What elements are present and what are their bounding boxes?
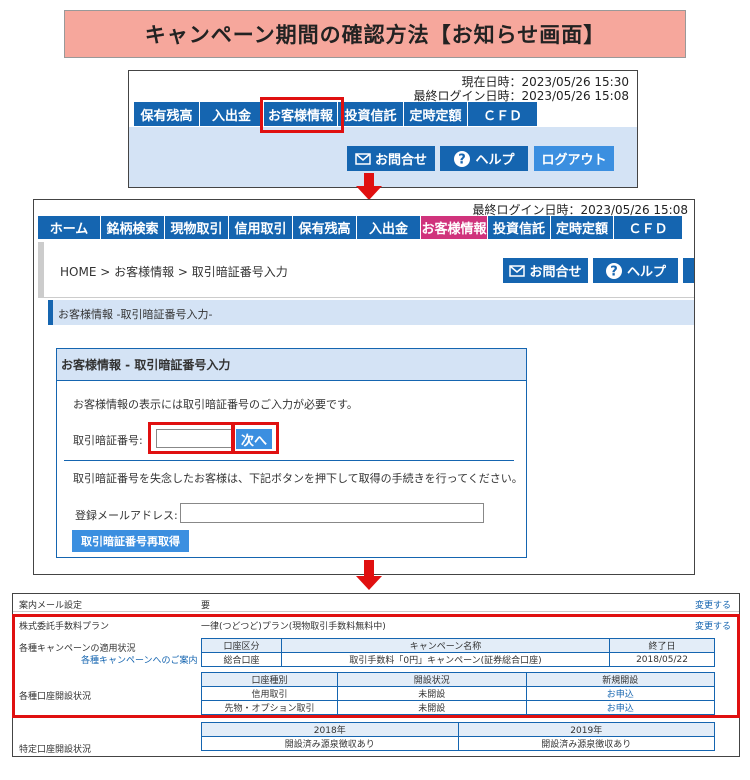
highlight-pin-input — [148, 422, 234, 454]
email-label: 登録メールアドレス: — [75, 509, 178, 522]
pin-entry-box: お客様情報 - 取引暗証番号入力 — [56, 348, 527, 558]
nav-holdings[interactable]: 保有残高 — [293, 216, 357, 239]
pin-label: 取引暗証番号: — [73, 434, 143, 447]
nav-cfd[interactable]: ＣＦＤ — [614, 216, 683, 239]
global-nav: ホーム 銘柄検索 現物取引 信用取引 保有残高 入出金 お客様情報 投資信託 定… — [38, 216, 683, 239]
reissue-pin-button[interactable]: 取引暗証番号再取得 — [72, 530, 189, 552]
down-arrow-icon — [356, 186, 382, 200]
contact-label: お問合せ — [374, 153, 427, 168]
help-label: ヘルプ — [475, 153, 515, 168]
help-button[interactable]: ? ヘルプ — [440, 146, 528, 171]
page-title: キャンペーン期間の確認方法【お知らせ画面】 — [64, 10, 686, 58]
contact-button[interactable]: お問合せ — [347, 146, 435, 171]
screen-customer-info: 案内メール設定 要 変更する 株式委託手数料プラン 一律(つどつど)プラン(現物… — [12, 593, 740, 757]
help-icon: ? — [605, 262, 623, 280]
nav-investment-trust[interactable]: 投資信託 — [338, 102, 404, 126]
box-title: お客様情報 - 取引暗証番号入力 — [57, 349, 526, 381]
svg-text:?: ? — [459, 152, 467, 167]
logout-button-partial[interactable] — [683, 258, 694, 283]
special-account-label: 特定口座開設状況 — [19, 745, 92, 755]
table-cell: 開設済み源泉徴収あり — [201, 736, 459, 751]
screen-top-menu: 現在日時：2023/05/26 15:30 最終ログイン日時：2023/05/2… — [128, 70, 638, 188]
svg-text:?: ? — [610, 264, 618, 279]
nav-deposit[interactable]: 入出金 — [200, 102, 264, 126]
table-cell: 開設済み源泉徴収あり — [457, 736, 715, 751]
down-arrow-icon — [356, 576, 382, 590]
screen-pin-entry: 最終ログイン日時：2023/05/26 15:08 ホーム 銘柄検索 現物取引 … — [33, 199, 695, 575]
nav-cash-trade[interactable]: 現物取引 — [165, 216, 229, 239]
down-arrow-stem — [364, 173, 374, 187]
highlight-next-button — [232, 422, 279, 454]
email-input[interactable] — [180, 503, 484, 523]
nav-holdings[interactable]: 保有残高 — [134, 102, 200, 126]
divider — [64, 460, 514, 461]
nav-stock-search[interactable]: 銘柄検索 — [101, 216, 165, 239]
change-mail-link[interactable]: 変更する — [695, 598, 731, 611]
nav-investment-trust[interactable]: 投資信託 — [488, 216, 551, 239]
nav-customer-info[interactable]: お客様情報 — [421, 216, 488, 239]
help-label: ヘルプ — [626, 265, 666, 280]
nav-cfd[interactable]: ＣＦＤ — [468, 102, 538, 126]
mail-setting-value: 要 — [201, 601, 211, 611]
contact-button[interactable]: お問合せ — [503, 258, 588, 283]
help-button[interactable]: ? ヘルプ — [593, 258, 678, 283]
mail-setting-label: 案内メール設定 — [19, 601, 83, 611]
nav-fixed-amount[interactable]: 定時定額 — [551, 216, 614, 239]
section-title: お客様情報 -取引暗証番号入力- — [58, 308, 213, 321]
special-account-table: 2018年 2019年 開設済み源泉徴収あり 開設済み源泉徴収あり — [201, 722, 715, 751]
divider — [44, 297, 694, 298]
breadcrumb: HOME > お客様情報 > 取引暗証番号入力 — [60, 265, 288, 279]
contact-label: お問合せ — [529, 265, 582, 280]
nav-deposit[interactable]: 入出金 — [357, 216, 421, 239]
highlight-campaign-section — [12, 614, 740, 718]
help-icon: ? — [453, 150, 471, 168]
table-header: 2018年 — [201, 722, 459, 737]
nav-fixed-amount[interactable]: 定時定額 — [404, 102, 468, 126]
table-header: 2019年 — [457, 722, 715, 737]
highlight-customer-info — [260, 97, 344, 133]
instruction-text: お客様情報の表示には取引暗証番号のご入力が必要です。 — [73, 398, 358, 411]
mail-icon — [509, 264, 526, 277]
logout-button[interactable]: ログアウト — [534, 146, 614, 171]
nav-home[interactable]: ホーム — [38, 216, 101, 239]
forgot-text: 取引暗証番号を失念したお客様は、下記ボタンを押下して取得の手続きを行ってください… — [73, 472, 523, 485]
mail-icon — [355, 152, 371, 165]
nav-margin-trade[interactable]: 信用取引 — [229, 216, 293, 239]
divider — [13, 611, 739, 612]
